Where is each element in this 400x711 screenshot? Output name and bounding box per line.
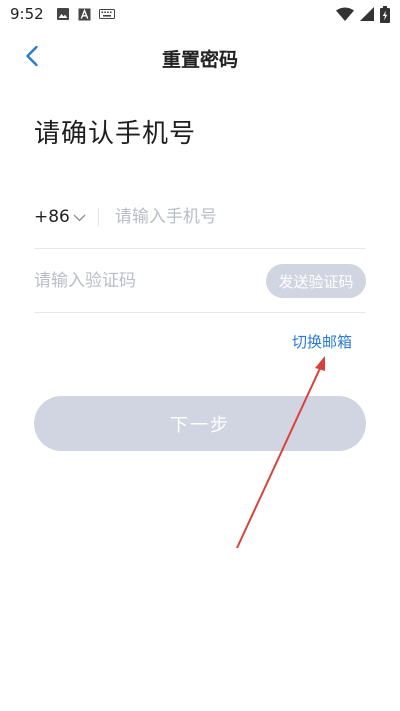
nav-header: 重置密码 bbox=[0, 36, 400, 80]
status-right bbox=[336, 5, 390, 23]
phone-row: +86 bbox=[34, 186, 366, 249]
keyboard-icon bbox=[98, 8, 115, 20]
next-step-button[interactable]: 下一步 bbox=[34, 396, 366, 451]
status-time: 9:52 bbox=[10, 5, 44, 23]
status-left: 9:52 bbox=[10, 5, 115, 23]
text-a-icon bbox=[78, 8, 91, 21]
headline: 请确认手机号 bbox=[34, 119, 197, 149]
verification-code-input[interactable] bbox=[34, 271, 266, 291]
chevron-down-icon bbox=[73, 207, 86, 227]
image-icon bbox=[56, 7, 70, 21]
battery-icon bbox=[380, 5, 390, 23]
cell-signal-icon bbox=[360, 7, 374, 21]
wifi-icon bbox=[336, 7, 354, 21]
send-code-button[interactable]: 发送验证码 bbox=[266, 264, 366, 298]
page-title: 重置密码 bbox=[161, 49, 238, 71]
code-row: 发送验证码 bbox=[34, 250, 366, 313]
country-code-label: +86 bbox=[34, 207, 70, 227]
status-bar: 9:52 bbox=[0, 0, 400, 28]
country-code-selector[interactable]: +86 bbox=[34, 207, 86, 227]
switch-to-email-link[interactable]: 切换邮箱 bbox=[292, 331, 352, 352]
annotation-arrow bbox=[236, 356, 325, 549]
input-divider bbox=[97, 208, 99, 226]
phone-input[interactable] bbox=[114, 207, 366, 227]
